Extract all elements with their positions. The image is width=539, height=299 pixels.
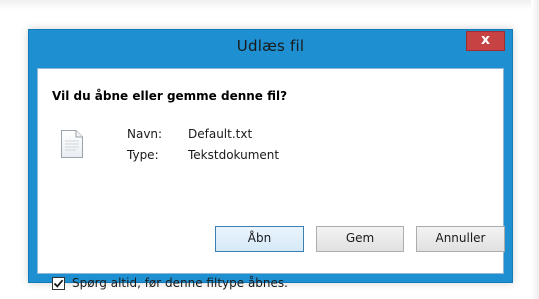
always-ask-checkbox[interactable] [52, 277, 65, 290]
save-button[interactable]: Gem [316, 226, 404, 252]
file-name-label: Navn: [127, 127, 163, 141]
file-type-label: Type: [127, 148, 159, 162]
file-type-value: Tekstdokument [188, 148, 280, 162]
always-ask-label[interactable]: Spørg altid, før denne filtype åbnes. [72, 276, 288, 290]
background-edge [531, 0, 539, 299]
download-dialog: Udlæs fil x Vil du åbne eller gemme denn… [28, 29, 513, 290]
open-button[interactable]: Åbn [215, 226, 304, 252]
screen: Udlæs fil x Vil du åbne eller gemme denn… [0, 0, 539, 299]
close-button[interactable]: x [466, 31, 505, 51]
title-bar[interactable]: Udlæs fil x [29, 30, 512, 66]
dialog-question: Vil du åbne eller gemme denne fil? [52, 89, 288, 103]
background-edge [0, 0, 539, 10]
checkmark-icon [53, 279, 64, 288]
cancel-button[interactable]: Annuller [416, 226, 505, 252]
dialog-title: Udlæs fil [236, 37, 305, 55]
dialog-content: Vil du åbne eller gemme denne fil? Navn:… [37, 68, 505, 290]
file-name-value: Default.txt [188, 127, 253, 141]
text-file-icon [60, 129, 84, 159]
